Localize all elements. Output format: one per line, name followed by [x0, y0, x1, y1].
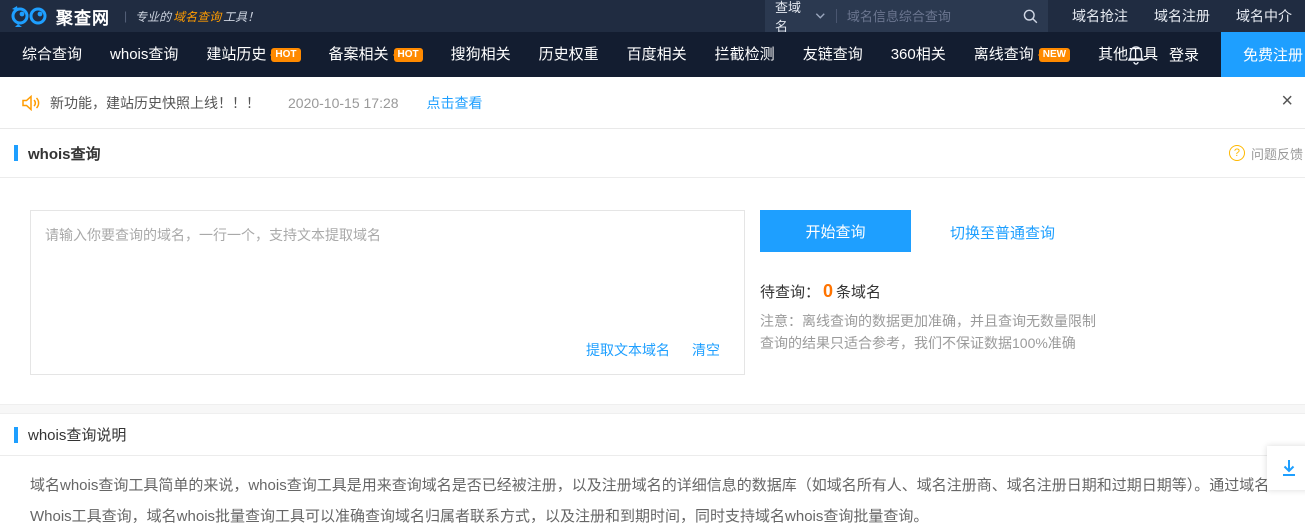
slogan-divider: | [124, 9, 127, 23]
nav-label: 离线查询 [974, 32, 1034, 77]
download-arrow-icon [1279, 458, 1299, 478]
header-link-yumingzhongjie[interactable]: 域名中介 [1236, 6, 1292, 26]
clear-link[interactable]: 清空 [692, 340, 720, 360]
explain-paragraph: 域名whois查询工具简单的来说，whois查询工具是用来查询域名是否已经被注册… [0, 456, 1305, 532]
nav-label: 备案相关 [329, 32, 389, 77]
note-line-1: 注意：离线查询的数据更加准确，并且查询无数量限制 [760, 310, 1096, 332]
float-action-button[interactable] [1267, 446, 1305, 490]
nav-item-lixian[interactable]: 离线查询 NEW [960, 32, 1084, 77]
nav-item-lanjie[interactable]: 拦截检测 [701, 32, 789, 77]
nav-label: 360相关 [891, 32, 946, 77]
nav-label: 建站历史 [206, 32, 266, 77]
register-button[interactable]: 免费注册 [1221, 32, 1305, 77]
nav-label: 拦截检测 [715, 32, 775, 77]
logo-text: 聚查网 [56, 4, 110, 29]
pending-count-line: 待查询：0条域名 [760, 281, 881, 302]
question-circle-icon: ? [1229, 145, 1245, 161]
nav-item-zonghe[interactable]: 综合查询 [8, 32, 96, 77]
nav-label: 搜狗相关 [451, 32, 511, 77]
domain-input-box: 提取文本域名 清空 [30, 210, 745, 375]
search-divider [836, 9, 837, 23]
pending-prefix: 待查询： [760, 284, 820, 301]
feedback-button[interactable]: ? 问题反馈 [1229, 129, 1305, 177]
pending-suffix: 条域名 [836, 284, 881, 301]
top-header-bar: 聚查网 | 专业的 域名查询 工具！ 查域名 域名抢注 域名注册 域名中介 联系… [0, 0, 1305, 32]
header-search-box: 查域名 [765, 0, 1048, 32]
nav-label: whois查询 [110, 32, 178, 77]
note-line-2: 查询的结果只适合参考，我们不保证数据100%准确 [760, 332, 1096, 354]
textarea-actions: 提取文本域名 清空 [586, 340, 720, 360]
header-search-input[interactable] [847, 9, 1023, 24]
slogan-suffix: 工具！ [223, 8, 259, 25]
header-link-yumingzhuce[interactable]: 域名注册 [1154, 6, 1210, 26]
nav-item-baidu[interactable]: 百度相关 [613, 32, 701, 77]
new-badge: NEW [1039, 48, 1070, 62]
explain-section-title: whois查询说明 [28, 424, 126, 445]
whois-section-header: whois查询 ? 问题反馈 [0, 129, 1305, 178]
search-icon[interactable] [1023, 8, 1038, 25]
nav-item-beian[interactable]: 备案相关 HOT [315, 32, 437, 77]
slogan-em: 域名查询 [173, 8, 221, 25]
chevron-down-icon [815, 12, 826, 20]
hot-badge: HOT [394, 48, 423, 62]
nav-label: 综合查询 [22, 32, 82, 77]
explain-section-header: whois查询说明 [0, 414, 1305, 456]
notice-time: 2020-10-15 17:28 [288, 95, 399, 111]
nav-label: 历史权重 [539, 32, 599, 77]
nav-item-jianzhanlishi[interactable]: 建站历史 HOT [192, 32, 314, 77]
notice-text: 新功能，建站历史快照上线！！！ [50, 93, 260, 113]
header-links: 域名抢注 域名注册 域名中介 联系我们 [1072, 0, 1305, 32]
nav-right-actions: 登录 免费注册 [1127, 32, 1305, 77]
nav-item-whois[interactable]: whois查询 [96, 32, 192, 77]
query-notes: 注意：离线查询的数据更加准确，并且查询无数量限制 查询的结果只适合参考，我们不保… [760, 310, 1096, 354]
site-logo[interactable]: 聚查网 [10, 4, 110, 29]
pending-count: 0 [823, 281, 833, 301]
nav-item-360[interactable]: 360相关 [877, 32, 960, 77]
search-category-dropdown[interactable]: 查域名 [775, 0, 826, 35]
section-accent-bar [14, 145, 18, 161]
hot-badge: HOT [271, 48, 300, 62]
owl-logo-icon [10, 5, 50, 27]
search-category-label: 查域名 [775, 0, 809, 35]
whois-section-title: whois查询 [28, 143, 101, 164]
notice-view-link[interactable]: 点击查看 [427, 93, 483, 113]
nav-label: 友链查询 [803, 32, 863, 77]
feedback-label: 问题反馈 [1251, 144, 1303, 163]
nav-item-sougou[interactable]: 搜狗相关 [437, 32, 525, 77]
section-divider-band [0, 404, 1305, 414]
site-slogan: | 专业的 域名查询 工具！ [124, 8, 259, 25]
bell-icon[interactable] [1127, 45, 1145, 65]
nav-item-youlian[interactable]: 友链查询 [789, 32, 877, 77]
speaker-icon [22, 95, 40, 111]
nav-label: 百度相关 [627, 32, 687, 77]
whois-query-panel: 提取文本域名 清空 开始查询 切换至普通查询 待查询：0条域名 注意：离线查询的… [0, 178, 1305, 404]
nav-items: 综合查询 whois查询 建站历史 HOT 备案相关 HOT 搜狗相关 历史权重… [8, 32, 1172, 77]
main-nav-bar: 综合查询 whois查询 建站历史 HOT 备案相关 HOT 搜狗相关 历史权重… [0, 32, 1305, 77]
section-accent-bar [14, 427, 18, 443]
notice-bar: 新功能，建站历史快照上线！！！ 2020-10-15 17:28 点击查看 × [0, 77, 1305, 129]
login-button[interactable]: 登录 [1169, 44, 1199, 65]
header-link-yumingqiangzhu[interactable]: 域名抢注 [1072, 6, 1128, 26]
extract-domains-link[interactable]: 提取文本域名 [586, 340, 670, 360]
slogan-prefix: 专业的 [135, 8, 171, 25]
close-icon[interactable]: × [1281, 91, 1293, 111]
start-query-button[interactable]: 开始查询 [760, 210, 911, 252]
switch-normal-query-link[interactable]: 切换至普通查询 [950, 222, 1055, 243]
nav-item-lishiquanzhong[interactable]: 历史权重 [525, 32, 613, 77]
